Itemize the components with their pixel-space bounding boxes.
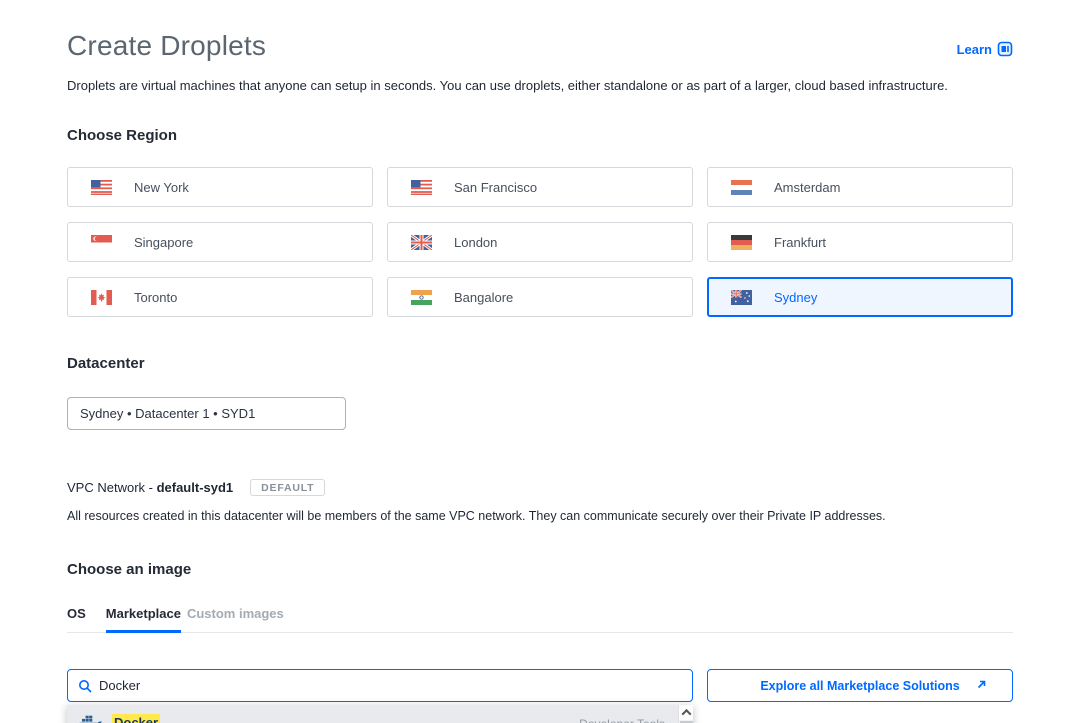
region-button-toronto[interactable]: Toronto	[67, 277, 373, 317]
tab-custom-images[interactable]: Custom images	[187, 606, 284, 632]
region-button-new-york[interactable]: New York	[67, 167, 373, 207]
chevron-up-icon	[681, 709, 691, 719]
page-header: Create Droplets Learn	[67, 30, 1013, 62]
us-flag-icon	[411, 180, 432, 195]
datacenter-selected-value: Sydney • Datacenter 1 • SYD1	[80, 406, 255, 421]
region-label: Bangalore	[454, 290, 513, 305]
region-button-amsterdam[interactable]: Amsterdam	[707, 167, 1013, 207]
search-result-docker[interactable]: Docker Developer Tools An open platform …	[67, 705, 693, 723]
uk-flag-icon	[411, 235, 432, 250]
vpc-description: All resources created in this datacenter…	[67, 509, 1013, 523]
explore-marketplace-button[interactable]: Explore all Marketplace Solutions	[707, 669, 1013, 702]
explore-button-label: Explore all Marketplace Solutions	[760, 679, 959, 693]
vpc-network-name: default-syd1	[157, 480, 234, 495]
page-title: Create Droplets	[67, 30, 266, 62]
region-label: London	[454, 235, 497, 250]
region-label: Toronto	[134, 290, 177, 305]
datacenter-heading: Datacenter	[67, 355, 1013, 372]
in-flag-icon	[411, 290, 432, 305]
choose-region-heading: Choose Region	[67, 127, 1013, 144]
region-button-london[interactable]: London	[387, 222, 693, 262]
ca-flag-icon	[91, 290, 112, 305]
region-button-bangalore[interactable]: Bangalore	[387, 277, 693, 317]
au-flag-icon	[731, 290, 752, 305]
choose-image-heading: Choose an image	[67, 561, 1013, 578]
us-flag-icon	[91, 180, 112, 195]
result-category: Developer Tools	[579, 717, 665, 723]
datacenter-select[interactable]: Sydney • Datacenter 1 • SYD1	[67, 397, 346, 430]
image-tabs: OS Marketplace Custom images	[67, 606, 1013, 633]
region-button-sydney[interactable]: Sydney	[707, 277, 1013, 317]
vpc-label-prefix: VPC Network -	[67, 480, 157, 495]
arrow-up-right-icon	[976, 679, 987, 693]
region-label: Frankfurt	[774, 235, 826, 250]
region-label: Amsterdam	[774, 180, 840, 195]
result-app-name: Docker	[112, 714, 160, 723]
docker-whale-icon	[79, 714, 102, 723]
learn-link-label: Learn	[957, 42, 992, 57]
create-droplets-page: Create Droplets Learn Droplets are virtu…	[0, 30, 1073, 702]
tab-marketplace[interactable]: Marketplace	[106, 606, 181, 632]
sg-flag-icon	[91, 235, 112, 250]
learn-link[interactable]: Learn	[957, 41, 1013, 57]
vpc-network-row: VPC Network - default-syd1 DEFAULT	[67, 479, 1013, 496]
marketplace-search-field[interactable]	[67, 669, 693, 702]
book-icon	[997, 41, 1013, 57]
page-subtitle: Droplets are virtual machines that anyon…	[67, 78, 1013, 93]
marketplace-search-input[interactable]	[99, 678, 682, 693]
de-flag-icon	[731, 235, 752, 250]
region-button-singapore[interactable]: Singapore	[67, 222, 373, 262]
marketplace-search-row: Docker Developer Tools An open platform …	[67, 669, 1013, 702]
region-button-san-francisco[interactable]: San Francisco	[387, 167, 693, 207]
results-scrollbar[interactable]	[678, 705, 693, 723]
region-button-frankfurt[interactable]: Frankfurt	[707, 222, 1013, 262]
tab-os[interactable]: OS	[67, 606, 86, 632]
vpc-default-badge: DEFAULT	[250, 479, 325, 496]
region-label: Sydney	[774, 290, 817, 305]
region-label: New York	[134, 180, 189, 195]
nl-flag-icon	[731, 180, 752, 195]
scroll-up-button[interactable]	[679, 705, 693, 720]
region-label: Singapore	[134, 235, 193, 250]
magnifier-icon	[78, 679, 92, 693]
region-grid: New York San Francisco Amsterdam Singapo…	[67, 167, 1013, 317]
search-results-dropdown: Docker Developer Tools An open platform …	[67, 705, 693, 723]
region-label: San Francisco	[454, 180, 537, 195]
